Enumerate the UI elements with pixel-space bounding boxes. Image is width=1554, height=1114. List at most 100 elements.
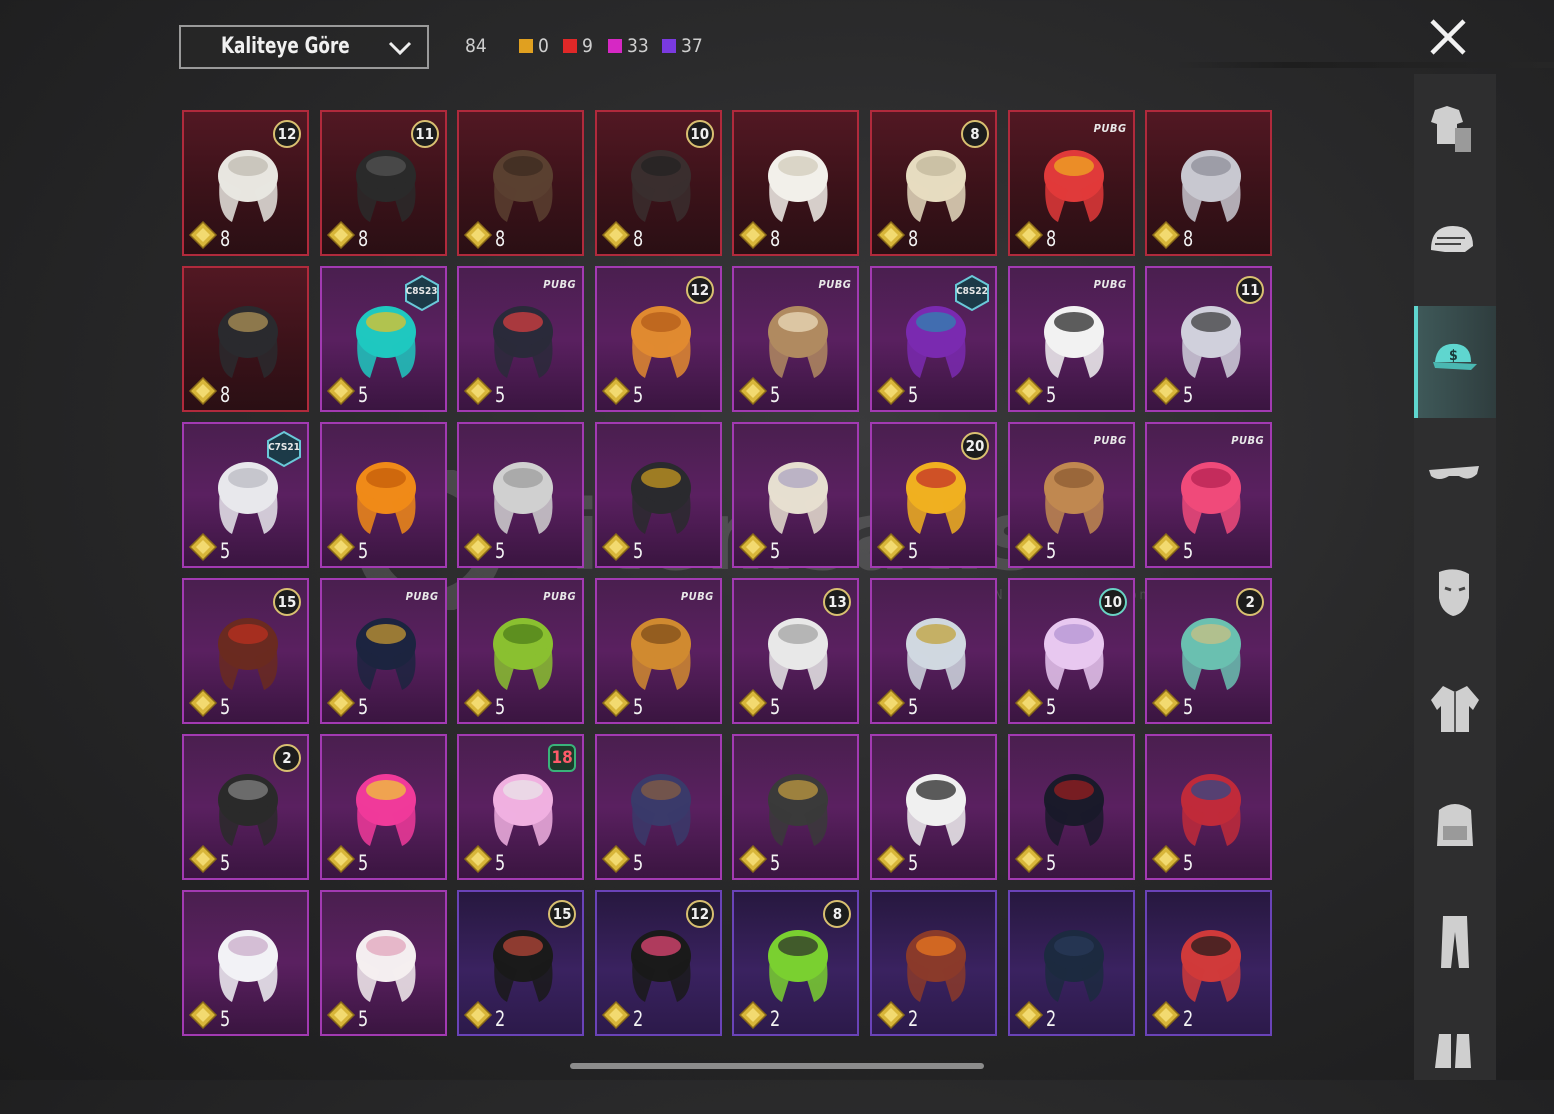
item-count: 5 [908,539,919,563]
quality-swatch [662,39,676,53]
boots-category[interactable] [1414,1002,1496,1114]
item-card[interactable]: 8 [182,266,309,412]
item-card[interactable]: 2 [1007,890,1135,1036]
level-badge: 13 [823,588,852,616]
item-card[interactable]: 8 11 [319,110,447,256]
quality-count-value: 9 [582,35,593,57]
item-card[interactable]: 5 PUBG [457,266,585,412]
home-indicator[interactable] [570,1063,984,1069]
item-count: 5 [495,851,506,875]
item-card[interactable]: 8 12 [182,110,309,256]
item-card[interactable]: 8 PUBG [1007,110,1135,256]
pubg-tag: PUBG [1093,122,1127,135]
item-card[interactable]: 5 PUBG [1145,422,1273,568]
mask-category[interactable] [1414,538,1496,650]
backpack-category[interactable] [1414,770,1496,882]
item-card[interactable]: 5 10 [1007,578,1135,724]
item-card[interactable]: 5 PUBG [457,578,585,724]
item-card[interactable]: 5 C8S22 [870,266,997,412]
item-card[interactable]: 8 10 [594,110,722,256]
coin-icon [1152,532,1181,562]
mask-icon [1439,569,1469,616]
item-card[interactable]: 5 PUBG [1007,266,1135,412]
coin-icon [464,688,493,718]
cap-icon: $ [1433,343,1477,370]
hat-category[interactable]: $ [1414,306,1496,418]
item-card[interactable]: 5 PUBG [594,578,722,724]
item-card[interactable]: 88 [870,110,997,256]
item-card[interactable]: 5 20 [870,422,997,568]
item-card[interactable]: 5 [732,734,860,880]
coin-icon [1014,220,1043,250]
item-card[interactable]: 5 [732,422,860,568]
pants-category[interactable] [1414,886,1496,998]
item-card[interactable]: 5 [1007,734,1135,880]
level-badge: 8 [961,120,989,148]
item-card[interactable]: 2 [1145,890,1273,1036]
item-card[interactable]: 5 15 [182,578,309,724]
silver-hair-icon [1181,150,1242,222]
pubg-tag: PUBG [1093,434,1127,447]
item-card[interactable]: 28 [732,890,860,1036]
glasses-category[interactable] [1414,422,1496,534]
backpack-icon [1437,804,1473,846]
item-count: 8 [220,383,231,407]
item-card[interactable]: 5 [870,578,997,724]
panda-mask-icon [1043,306,1104,378]
item-card[interactable]: 5 PUBG [1007,422,1135,568]
item-card[interactable]: 52 [182,734,309,880]
item-count: 5 [632,539,644,563]
item-card[interactable]: 5 PUBG [319,578,447,724]
item-card[interactable]: 5 [319,890,447,1036]
season-badge-label: C8S22 [956,286,988,297]
item-count: 5 [908,695,919,719]
item-card[interactable]: 5 [870,734,997,880]
item-card[interactable]: 5 C7S21 [182,422,309,568]
outfit-category[interactable] [1414,74,1496,186]
item-card[interactable]: 5 18 [457,734,585,880]
level-badge: 15 [548,900,577,928]
item-card[interactable]: 5 [457,422,585,568]
coin-icon [601,376,630,406]
item-card[interactable]: 8 [457,110,585,256]
item-card[interactable]: 2 [870,890,997,1036]
quality-count: 0 [519,35,549,57]
item-card[interactable]: 2 12 [594,890,722,1036]
item-card[interactable]: 2 15 [457,890,585,1036]
item-card[interactable]: 5 11 [1145,266,1273,412]
item-count: 5 [1045,539,1056,563]
item-card[interactable]: 5 [182,890,309,1036]
level-badge: 15 [273,588,301,616]
coin-icon [326,1000,355,1030]
level-badge: 10 [1098,588,1127,616]
item-card[interactable]: 5 13 [732,578,860,724]
svg-text:$: $ [1449,348,1458,364]
item-card[interactable]: 5 [1145,734,1273,880]
close-icon[interactable] [1428,17,1468,57]
item-card[interactable]: 5 [319,734,447,880]
item-card[interactable]: 8 [1145,110,1273,256]
llama-mask-icon [768,306,829,378]
helmet-category[interactable] [1414,190,1496,302]
season-badge: C8S22 [953,274,991,312]
item-card[interactable]: 8 [732,110,860,256]
pubg-tag: PUBG [543,590,577,603]
white-cowboy-hat-icon [768,150,829,222]
item-count: 5 [1183,695,1194,719]
item-card[interactable]: 5 12 [594,266,722,412]
item-card[interactable]: 5 [594,422,722,568]
level-badge: 2 [1236,588,1265,616]
octopus-icon [493,618,554,690]
coin-icon [1014,532,1043,562]
jacket-category[interactable] [1414,654,1496,766]
item-card[interactable]: 52 [1145,578,1273,724]
grey-beret-icon [493,462,554,534]
sort-dropdown[interactable]: Kaliteye Göre [179,25,429,69]
item-count: 5 [220,1007,231,1031]
coin-icon [876,532,906,562]
item-card[interactable]: 5 [594,734,722,880]
coin-icon [188,844,218,874]
item-card[interactable]: 5 [319,422,447,568]
item-card[interactable]: 5 PUBG [732,266,860,412]
item-card[interactable]: 5 C8S23 [319,266,447,412]
